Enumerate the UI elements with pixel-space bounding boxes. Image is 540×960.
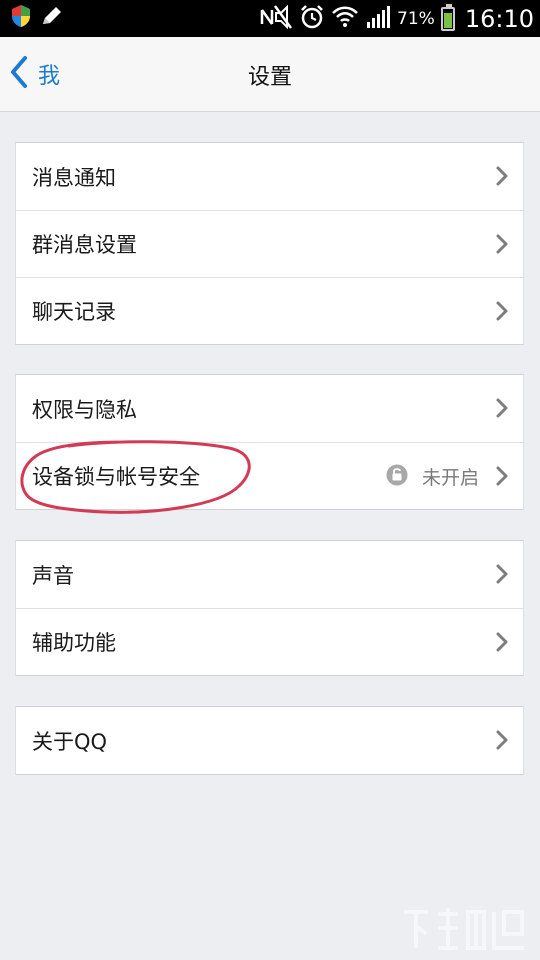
row-label: 设备锁与帐号安全: [32, 465, 200, 489]
row-device-lock-account-security[interactable]: 设备锁与帐号安全 未开启: [16, 442, 523, 509]
chevron-right-icon: [495, 729, 509, 755]
row-about-qq[interactable]: 关于QQ: [16, 707, 523, 774]
settings-group-messages: 消息通知 群消息设置 聊天记录: [15, 142, 524, 345]
row-sound[interactable]: 声音: [16, 541, 523, 608]
lock-icon: [386, 464, 408, 490]
alarm-icon: [299, 4, 325, 34]
row-accessibility[interactable]: 辅助功能: [16, 608, 523, 675]
chevron-right-icon: [495, 465, 509, 491]
chevron-right-icon: [495, 631, 509, 657]
mute-icon: [259, 4, 293, 34]
status-bar-right: 71% 16:10: [259, 0, 534, 37]
signal-icon: [365, 4, 391, 34]
page-title: 设置: [247, 65, 292, 90]
row-status: 未开启: [386, 443, 479, 510]
row-label: 群消息设置: [32, 233, 137, 257]
row-permissions-privacy[interactable]: 权限与隐私: [16, 375, 523, 442]
row-label: 关于QQ: [32, 729, 108, 754]
status-time: 16:10: [464, 4, 534, 33]
chevron-right-icon: [495, 563, 509, 589]
edit-icon: [40, 4, 64, 32]
chevron-right-icon: [495, 397, 509, 423]
row-chat-history[interactable]: 聊天记录: [16, 277, 523, 344]
row-label: 消息通知: [32, 165, 116, 190]
row-label: 辅助功能: [32, 631, 116, 655]
settings-group-general: 声音 辅助功能: [15, 540, 524, 676]
wifi-icon: [331, 4, 359, 34]
chevron-right-icon: [495, 300, 509, 326]
battery-icon: [440, 3, 455, 31]
row-group-message-settings[interactable]: 群消息设置: [16, 210, 523, 277]
watermark-logo: [404, 908, 524, 950]
chevron-right-icon: [495, 233, 509, 259]
status-bar: 71% 16:10: [0, 0, 540, 37]
row-label: 声音: [32, 563, 74, 588]
shield-icon: [10, 4, 32, 32]
row-message-notifications[interactable]: 消息通知: [16, 143, 523, 210]
settings-group-about: 关于QQ: [15, 706, 524, 775]
row-label: 聊天记录: [32, 300, 116, 324]
row-label: 权限与隐私: [32, 397, 137, 422]
status-bar-left: [10, 4, 64, 32]
status-value: 未开启: [421, 467, 479, 489]
title-bar: 我 设置: [0, 37, 540, 112]
chevron-right-icon: [495, 165, 509, 191]
settings-group-security: 权限与隐私 设备锁与帐号安全 未开启: [15, 374, 524, 510]
battery-percent: 71%: [397, 8, 435, 29]
